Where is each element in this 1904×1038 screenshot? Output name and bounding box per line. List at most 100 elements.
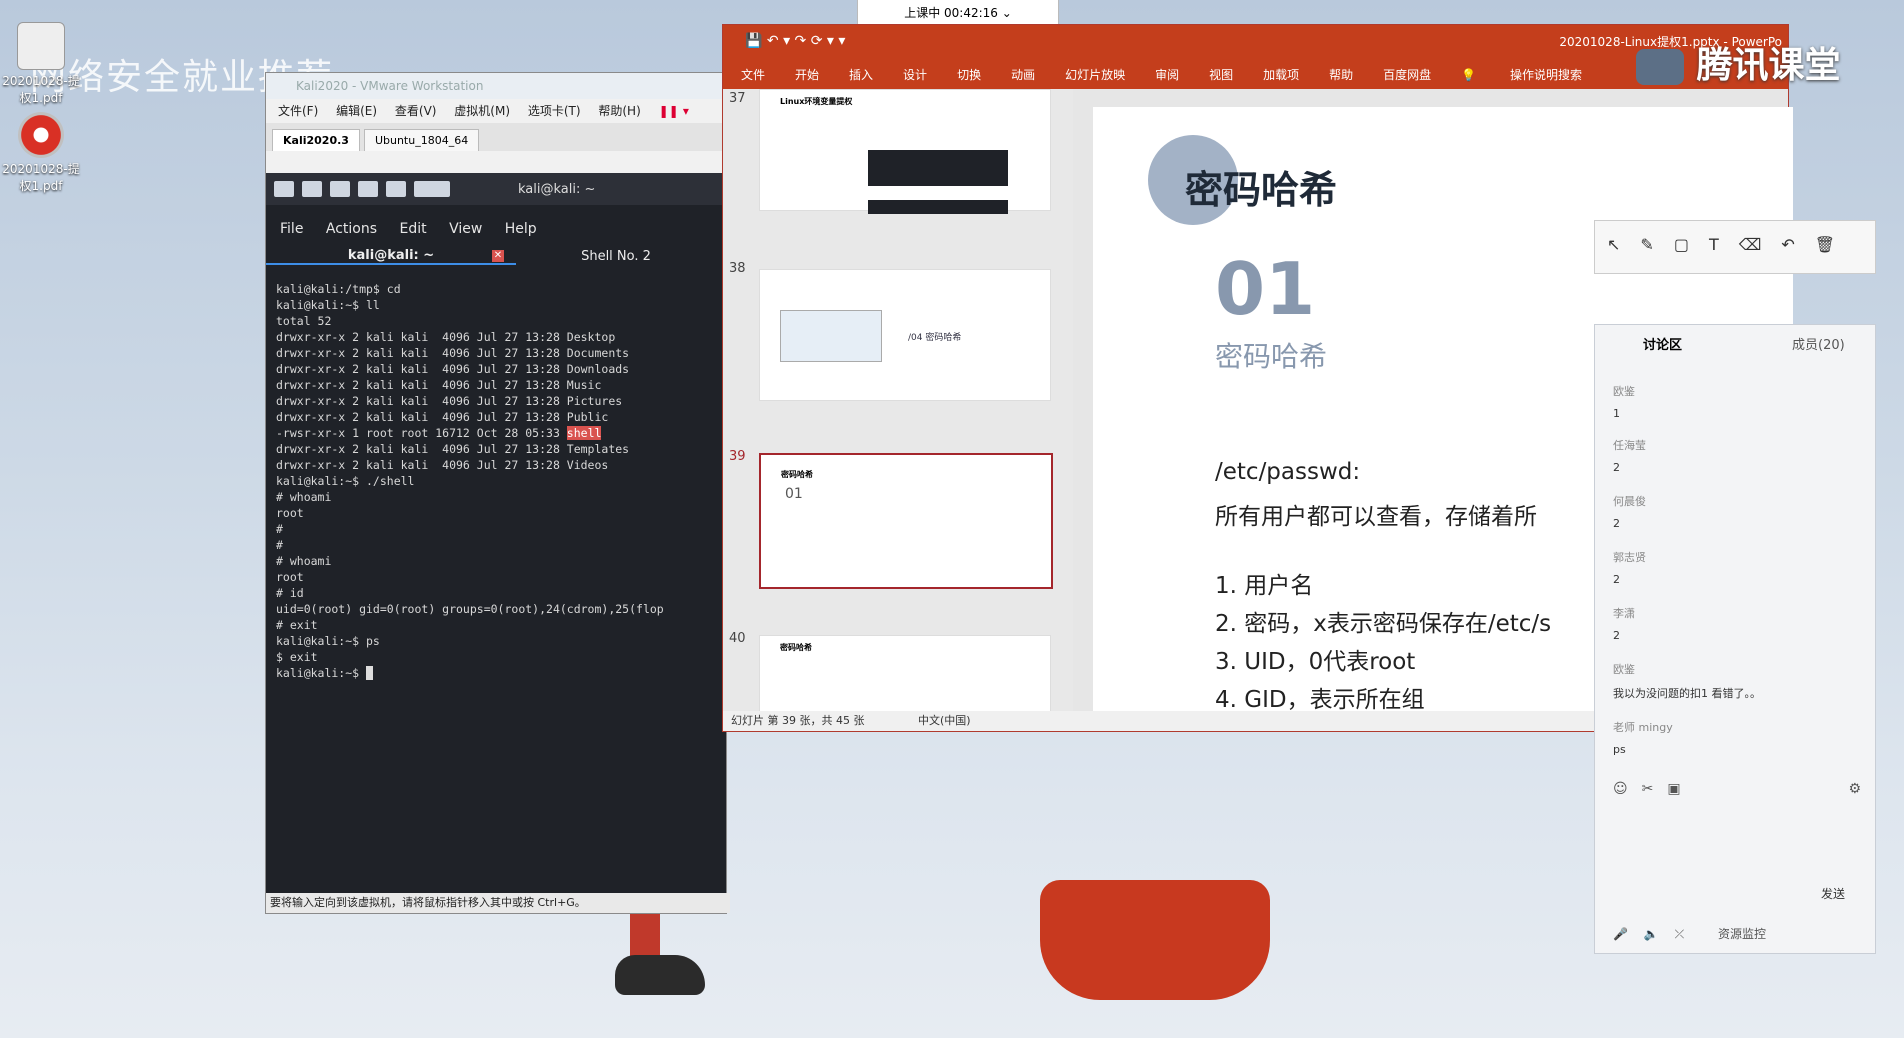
suid-shell-highlight: shell: [566, 426, 602, 440]
thumbnail-40[interactable]: 密码哈希: [759, 635, 1051, 711]
ribbon-insert[interactable]: 插入: [849, 66, 873, 83]
chat-text: 2: [1613, 461, 1620, 474]
workspace-icon[interactable]: [414, 181, 450, 197]
kali-screen[interactable]: kali@kali: ~ File Actions Edit View Help…: [266, 173, 726, 893]
tab-ubuntu[interactable]: Ubuntu_1804_64: [363, 129, 480, 151]
class-timer-text: 上课中 00:42:16: [904, 6, 998, 20]
terminal-prompt: kali@kali:~$: [276, 665, 726, 681]
app-icon[interactable]: [386, 181, 406, 197]
kali-menu-icon[interactable]: [274, 181, 294, 197]
language-status: 中文(中国): [917, 714, 971, 727]
image-icon[interactable]: ▣: [1667, 781, 1694, 797]
rectangle-icon[interactable]: ▢: [1674, 235, 1709, 254]
terminal-line: drwxr-xr-x 2 kali kali 4096 Jul 27 13:28…: [276, 362, 630, 376]
desktop-icon-chrome[interactable]: 20201028-提权1.pdf: [2, 112, 80, 194]
terminal-line: $ exit: [276, 650, 318, 664]
thumbnail-38[interactable]: /04 密码哈希: [759, 269, 1051, 401]
chat-tools: ☺✂▣: [1613, 781, 1695, 797]
annotation-toolbar: ↖✎▢T⌫↶🗑: [1594, 220, 1876, 274]
thumbnail-37[interactable]: Linux环境变量提权: [759, 89, 1051, 214]
pdf-icon: [17, 22, 65, 70]
tencent-classroom-logo: 腾讯课堂: [1636, 36, 1841, 88]
folder-icon[interactable]: [330, 181, 350, 197]
slide-count: 幻灯片 第 39 张，共 45 张: [731, 714, 865, 727]
tab-kali[interactable]: Kali2020.3: [272, 129, 360, 151]
term-menu-actions[interactable]: Actions: [326, 221, 377, 237]
cursor: [366, 666, 373, 680]
thumb-illustration: [780, 310, 882, 362]
menu-tabs[interactable]: 选项卡(T): [528, 104, 581, 118]
pause-icon[interactable]: ❚❚ ▾: [659, 104, 689, 118]
ribbon-search[interactable]: 💡 操作说明搜索: [1461, 66, 1612, 83]
quick-access-icons[interactable]: 💾 ↶ ▾ ↷ ⟳ ▾ ▾: [745, 33, 845, 49]
ribbon-file[interactable]: 文件: [741, 66, 765, 83]
desktop-icon-label: 20201028-提权1.pdf: [2, 74, 80, 105]
ribbon-slideshow[interactable]: 幻灯片放映: [1065, 66, 1125, 83]
terminal-output[interactable]: kali@kali:/tmp$ cd kali@kali:~$ ll total 5…: [266, 269, 726, 681]
chat-message: 郭志贤 2: [1613, 549, 1646, 586]
vmware-window[interactable]: Kali2020 - VMware Workstation 文件(F) 编辑(E…: [265, 72, 730, 914]
speaker-icon[interactable]: 🔈: [1644, 927, 1659, 941]
slide-path: /etc/passwd:: [1215, 459, 1361, 485]
mute-icon[interactable]: ⤫: [1675, 927, 1685, 941]
slide-number: 01: [1215, 247, 1316, 331]
chat-tabs: 讨论区 成员(20): [1595, 325, 1875, 361]
slide-list-item: 3. UID，0代表root: [1215, 649, 1416, 675]
ribbon-home[interactable]: 开始: [795, 66, 819, 83]
send-button[interactable]: 发送: [1821, 885, 1845, 902]
trash-icon[interactable]: 🗑: [1815, 235, 1855, 254]
thumbnail-39-selected[interactable]: 密码哈希 01: [759, 453, 1053, 589]
ribbon-addins[interactable]: 加载项: [1263, 66, 1299, 83]
emoji-icon[interactable]: ☺: [1613, 781, 1642, 797]
slide-thumbnails[interactable]: 37 Linux环境变量提权 38 /04 密码哈希 39 密码哈希 01 40…: [723, 89, 1073, 711]
terminal-tabs: kali@kali: ~ ✕ Shell No. 2: [266, 243, 726, 269]
tab-discussion[interactable]: 讨论区: [1643, 334, 1682, 353]
settings-icon[interactable]: ⚙: [1848, 781, 1861, 797]
tencent-chat-panel[interactable]: 讨论区 成员(20) 欧鉴 1 任海莹 2 何晨俊 2 郭志贤 2 李潇 2 欧鉴 我以为没…: [1594, 324, 1876, 954]
menu-file[interactable]: 文件(F): [278, 104, 318, 118]
desktop-icon-pdf[interactable]: 20201028-提权1.pdf: [2, 22, 80, 106]
term-menu-view[interactable]: View: [449, 221, 482, 237]
ribbon-help[interactable]: 帮助: [1329, 66, 1353, 83]
ribbon-baidu[interactable]: 百度网盘: [1383, 66, 1431, 83]
term-menu-file[interactable]: File: [280, 221, 303, 237]
term-menu-edit[interactable]: Edit: [399, 221, 426, 237]
tab-members[interactable]: 成员(20): [1792, 334, 1845, 353]
resource-monitor[interactable]: 资源监控: [1718, 927, 1766, 941]
terminal-icon[interactable]: [358, 181, 378, 197]
terminal-tab-active[interactable]: kali@kali: ~ ✕: [266, 248, 516, 265]
desktop-icon[interactable]: [302, 181, 322, 197]
ribbon-view[interactable]: 视图: [1209, 66, 1233, 83]
pen-icon[interactable]: ✎: [1640, 235, 1673, 254]
text-icon[interactable]: T: [1709, 235, 1739, 254]
vmware-tabs: Kali2020.3 Ubuntu_1804_64: [266, 123, 726, 151]
undo-icon[interactable]: ↶: [1781, 235, 1814, 254]
close-icon[interactable]: ✕: [492, 249, 504, 262]
slide-list: 1. 用户名 2. 密码，x表示密码保存在/etc/s 3. UID，0代表ro…: [1215, 567, 1551, 719]
class-timer-badge[interactable]: 上课中 00:42:16 ⌄: [857, 0, 1059, 27]
menu-view[interactable]: 查看(V): [395, 104, 437, 118]
scissors-icon[interactable]: ✂: [1642, 781, 1668, 797]
ribbon-design[interactable]: 设计: [903, 66, 927, 83]
chat-message: 老师 mingy ps: [1613, 719, 1673, 756]
menu-edit[interactable]: 编辑(E): [336, 104, 377, 118]
menu-vm[interactable]: 虚拟机(M): [454, 104, 510, 118]
menu-help[interactable]: 帮助(H): [598, 104, 640, 118]
thumb-title: Linux环境变量提权: [780, 97, 853, 106]
terminal-line: #: [276, 538, 283, 552]
terminal-line-suid: -rwsr-xr-x 1 root root 16712 Oct 28 05:3…: [276, 425, 726, 441]
ribbon-review[interactable]: 审阅: [1155, 66, 1179, 83]
eraser-icon[interactable]: ⌫: [1739, 235, 1782, 254]
term-menu-help[interactable]: Help: [505, 221, 537, 237]
chat-text: ps: [1613, 743, 1626, 756]
chat-text: 我以为没问题的扣1 看错了。。: [1613, 687, 1761, 700]
chat-user: 欧鉴: [1613, 385, 1635, 398]
terminal-tab-shell2[interactable]: Shell No. 2: [516, 249, 716, 264]
pointer-icon[interactable]: ↖: [1607, 235, 1640, 254]
play-icon: [1636, 49, 1684, 85]
thumb-number: 40: [729, 631, 746, 646]
chat-footer: 🎤 🔈 ⤫ 资源监控: [1613, 925, 1766, 942]
ribbon-transitions[interactable]: 切换: [957, 66, 981, 83]
ribbon-animations[interactable]: 动画: [1011, 66, 1035, 83]
mic-icon[interactable]: 🎤: [1613, 927, 1628, 941]
